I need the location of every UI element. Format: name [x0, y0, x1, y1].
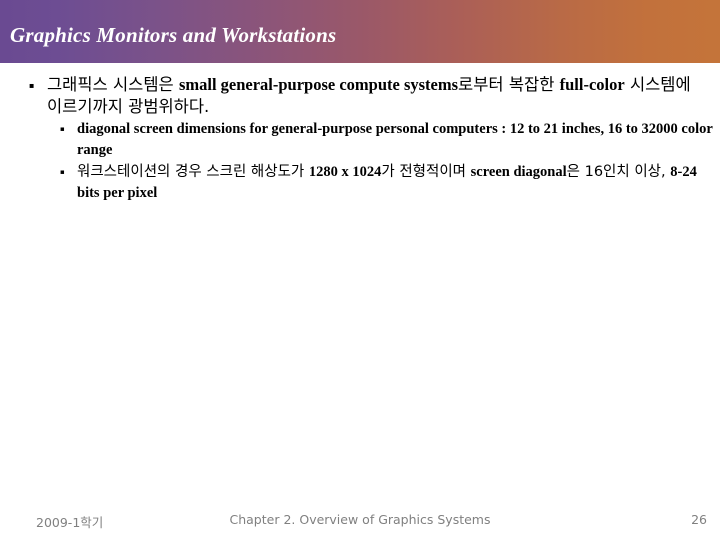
bullet-segment-text: 은 16인치 이상, [566, 164, 671, 180]
bullet-item-level2: ▪ diagonal screen dimensions for general… [0, 119, 720, 161]
bullet-segment-text: 로부터 복잡한 [458, 75, 560, 94]
bullet-text: 그래픽스 시스템은 small general-purpose compute … [47, 74, 695, 118]
bullet-item-level2: ▪ 워크스테이션의 경우 스크린 해상도가 1280 x 1024가 전형적이며… [0, 162, 720, 204]
bullet-segment-text: 1280 x 1024 [308, 164, 382, 180]
bullet-segment-text: 그래픽스 시스템은 [47, 75, 179, 94]
bullet-text: 워크스테이션의 경우 스크린 해상도가 1280 x 1024가 전형적이며 s… [77, 162, 714, 204]
page-title: Graphics Monitors and Workstations [10, 23, 337, 47]
slide-footer: 2009-1학기 Chapter 2. Overview of Graphics… [0, 512, 720, 534]
square-bullet-icon: ▪ [29, 81, 35, 90]
bullet-segment-text: 워크스테이션의 경우 스크린 해상도가 [77, 164, 309, 180]
slide-title-band: Graphics Monitors and Workstations [0, 0, 720, 63]
square-bullet-icon: ▪ [60, 125, 65, 133]
bullet-segment-text: screen diagonal [470, 164, 567, 180]
footer-chapter-title: Chapter 2. Overview of Graphics Systems [229, 512, 491, 527]
bullet-segment-text: 가 전형적이며 [381, 164, 471, 180]
bullet-segment-text: full-color [559, 75, 625, 94]
bullet-text: diagonal screen dimensions for general-p… [77, 119, 714, 161]
square-bullet-icon: ▪ [60, 168, 65, 176]
footer-page-number: 26 [691, 512, 707, 527]
slide-content: ▪ 그래픽스 시스템은 small general-purpose comput… [0, 63, 720, 204]
bullet-segment-text: diagonal screen dimensions for general-p… [77, 121, 713, 158]
bullet-segment-text: small general-purpose compute systems [178, 75, 459, 94]
bullet-item-level1: ▪ 그래픽스 시스템은 small general-purpose comput… [0, 74, 720, 118]
